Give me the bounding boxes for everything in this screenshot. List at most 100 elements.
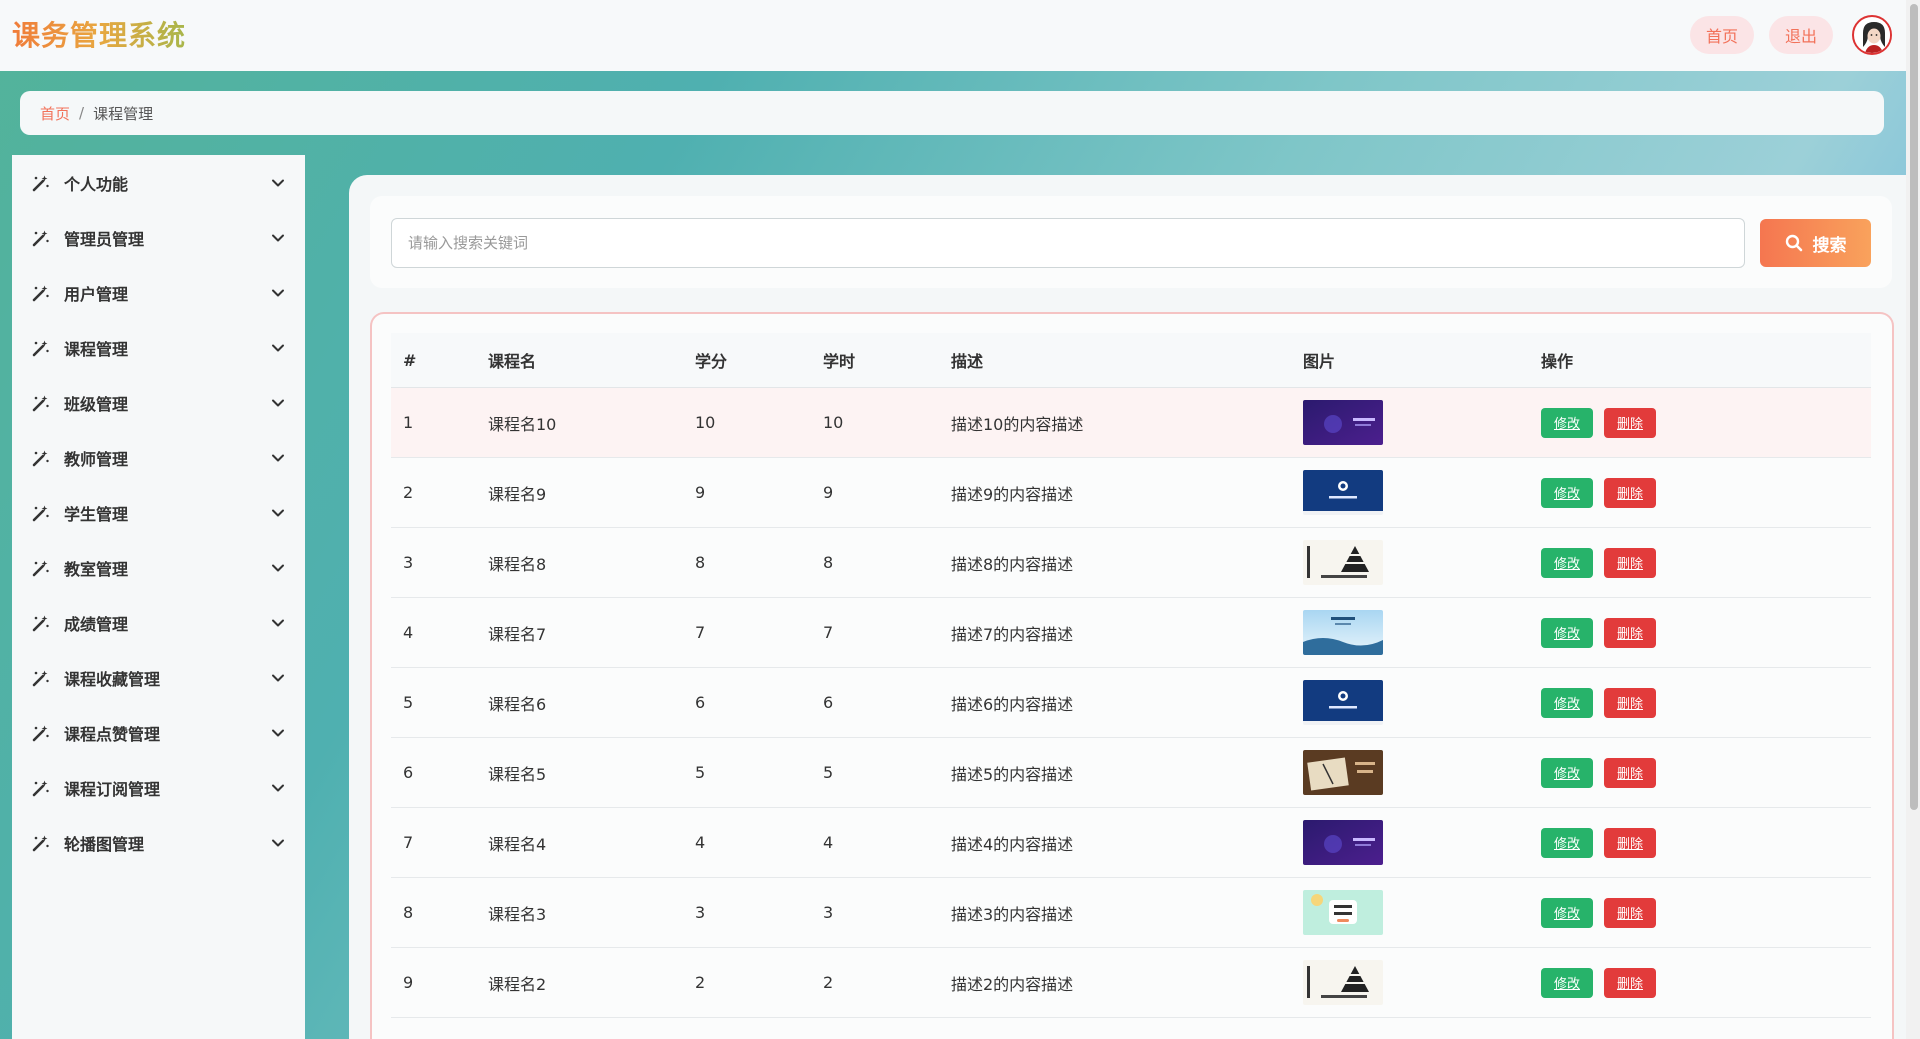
- edit-button[interactable]: 修改: [1541, 407, 1593, 438]
- delete-button[interactable]: 删除: [1604, 827, 1656, 858]
- row-description: 描述10的内容描述: [951, 414, 1084, 434]
- edit-button[interactable]: 修改: [1541, 617, 1593, 648]
- sidebar-item-label: 课程订阅管理: [64, 779, 161, 799]
- sidebar-item-users[interactable]: 用户管理: [12, 265, 305, 320]
- row-actions: 修改 删除: [1541, 547, 1871, 578]
- row-image[interactable]: [1303, 890, 1541, 935]
- magic-wand-icon: [32, 284, 54, 302]
- row-hours: 9: [823, 483, 834, 502]
- table-row: 9 课程名2 2 2 描述2的内容描述 修改 删除: [391, 948, 1871, 1018]
- delete-button[interactable]: 删除: [1604, 547, 1656, 578]
- sidebar-item-classes[interactable]: 班级管理: [12, 375, 305, 430]
- row-actions: 修改 删除: [1541, 407, 1871, 438]
- page-scrollbar[interactable]: [1906, 0, 1920, 1039]
- row-credit: 9: [695, 483, 706, 502]
- row-credit: 8: [695, 553, 706, 572]
- row-image[interactable]: [1303, 960, 1541, 1005]
- app-title: 课务管理系统: [12, 14, 186, 54]
- scrollbar-thumb[interactable]: [1910, 4, 1918, 810]
- search-button-label: 搜索: [1812, 235, 1847, 256]
- sidebar-item-course-subscriptions[interactable]: 课程订阅管理: [12, 760, 305, 815]
- edit-button[interactable]: 修改: [1541, 967, 1593, 998]
- delete-button[interactable]: 删除: [1604, 757, 1656, 788]
- sidebar-item-label: 教室管理: [64, 559, 129, 579]
- row-image[interactable]: [1303, 540, 1541, 585]
- search-button[interactable]: 搜索: [1760, 219, 1871, 267]
- row-index: 3: [403, 553, 414, 572]
- search-icon: [1785, 234, 1802, 252]
- sidebar-item-classrooms[interactable]: 教室管理: [12, 540, 305, 595]
- row-image[interactable]: [1303, 400, 1541, 445]
- row-course-name: 课程名4: [488, 834, 547, 854]
- column-header-hours: 学时: [823, 352, 856, 371]
- delete-button[interactable]: 删除: [1604, 617, 1656, 648]
- edit-button[interactable]: 修改: [1541, 897, 1593, 928]
- sidebar-item-course-likes[interactable]: 课程点赞管理: [12, 705, 305, 760]
- row-hours: 3: [823, 903, 834, 922]
- row-description: 描述4的内容描述: [951, 834, 1074, 854]
- breadcrumb-home-link[interactable]: 首页: [40, 103, 70, 124]
- row-credit: 7: [695, 623, 706, 642]
- sidebar-item-grades[interactable]: 成绩管理: [12, 595, 305, 650]
- table-header: # 课程名 学分 学时 描述 图片 操作: [391, 333, 1871, 388]
- magic-wand-icon: [32, 449, 54, 467]
- row-description: 描述2的内容描述: [951, 974, 1074, 994]
- column-header-credit: 学分: [695, 352, 728, 371]
- sidebar-menu: 个人功能 管理员管理用户管理课程管理 班级管理教师管理学生管理教室管理成绩管理课程收…: [12, 155, 305, 1039]
- column-header-description: 描述: [951, 352, 984, 371]
- edit-button[interactable]: 修改: [1541, 547, 1593, 578]
- sidebar-item-label: 用户管理: [64, 284, 129, 304]
- row-course-name: 课程名9: [488, 484, 547, 504]
- row-actions: 修改 删除: [1541, 967, 1871, 998]
- edit-button[interactable]: 修改: [1541, 477, 1593, 508]
- avatar[interactable]: [1852, 15, 1892, 55]
- magic-wand-icon: [32, 669, 54, 687]
- delete-button[interactable]: 删除: [1604, 967, 1656, 998]
- row-image[interactable]: [1303, 680, 1541, 725]
- table-row: 7 课程名4 4 4 描述4的内容描述 修改 删除: [391, 808, 1871, 878]
- sidebar-item-label: 教师管理: [64, 449, 129, 469]
- chevron-down-icon: [271, 505, 285, 519]
- breadcrumb-current: 课程管理: [93, 104, 154, 123]
- chevron-down-icon: [271, 560, 285, 574]
- magic-wand-icon: [32, 504, 54, 522]
- delete-button[interactable]: 删除: [1604, 897, 1656, 928]
- home-button[interactable]: 首页: [1690, 16, 1754, 54]
- sidebar-item-course-favorites[interactable]: 课程收藏管理: [12, 650, 305, 705]
- chevron-down-icon: [271, 230, 285, 244]
- sidebar-item-admin[interactable]: 管理员管理: [12, 210, 305, 265]
- delete-button[interactable]: 删除: [1604, 687, 1656, 718]
- row-hours: 6: [823, 693, 834, 712]
- logout-button[interactable]: 退出: [1769, 16, 1833, 54]
- chevron-down-icon: [271, 285, 285, 299]
- row-credit: 2: [695, 973, 706, 992]
- row-actions: 修改 删除: [1541, 757, 1871, 788]
- sidebar-item-courses[interactable]: 课程管理: [12, 320, 305, 375]
- row-description: 描述7的内容描述: [951, 624, 1074, 644]
- row-image[interactable]: [1303, 750, 1541, 795]
- avatar-icon: [1855, 18, 1890, 53]
- edit-button[interactable]: 修改: [1541, 827, 1593, 858]
- magic-wand-icon: [32, 174, 54, 192]
- row-actions: 修改 删除: [1541, 687, 1871, 718]
- sidebar-item-label: 成绩管理: [64, 614, 129, 634]
- delete-button[interactable]: 删除: [1604, 477, 1656, 508]
- row-image[interactable]: [1303, 820, 1541, 865]
- search-input[interactable]: [391, 218, 1745, 268]
- sidebar-item-label: 轮播图管理: [64, 834, 145, 854]
- row-image[interactable]: [1303, 470, 1541, 515]
- sidebar-item-teachers[interactable]: 教师管理: [12, 430, 305, 485]
- row-image[interactable]: [1303, 610, 1541, 655]
- sidebar-item-students[interactable]: 学生管理: [12, 485, 305, 540]
- sidebar-item-carousel[interactable]: 轮播图管理: [12, 815, 305, 870]
- row-credit: 6: [695, 693, 706, 712]
- delete-button[interactable]: 删除: [1604, 407, 1656, 438]
- sidebar-item-personal[interactable]: 个人功能: [12, 155, 305, 210]
- row-course-name: 课程名5: [488, 764, 547, 784]
- row-index: 7: [403, 833, 414, 852]
- magic-wand-icon: [32, 779, 54, 797]
- edit-button[interactable]: 修改: [1541, 757, 1593, 788]
- row-credit: 10: [695, 413, 716, 432]
- chevron-down-icon: [271, 670, 285, 684]
- edit-button[interactable]: 修改: [1541, 687, 1593, 718]
